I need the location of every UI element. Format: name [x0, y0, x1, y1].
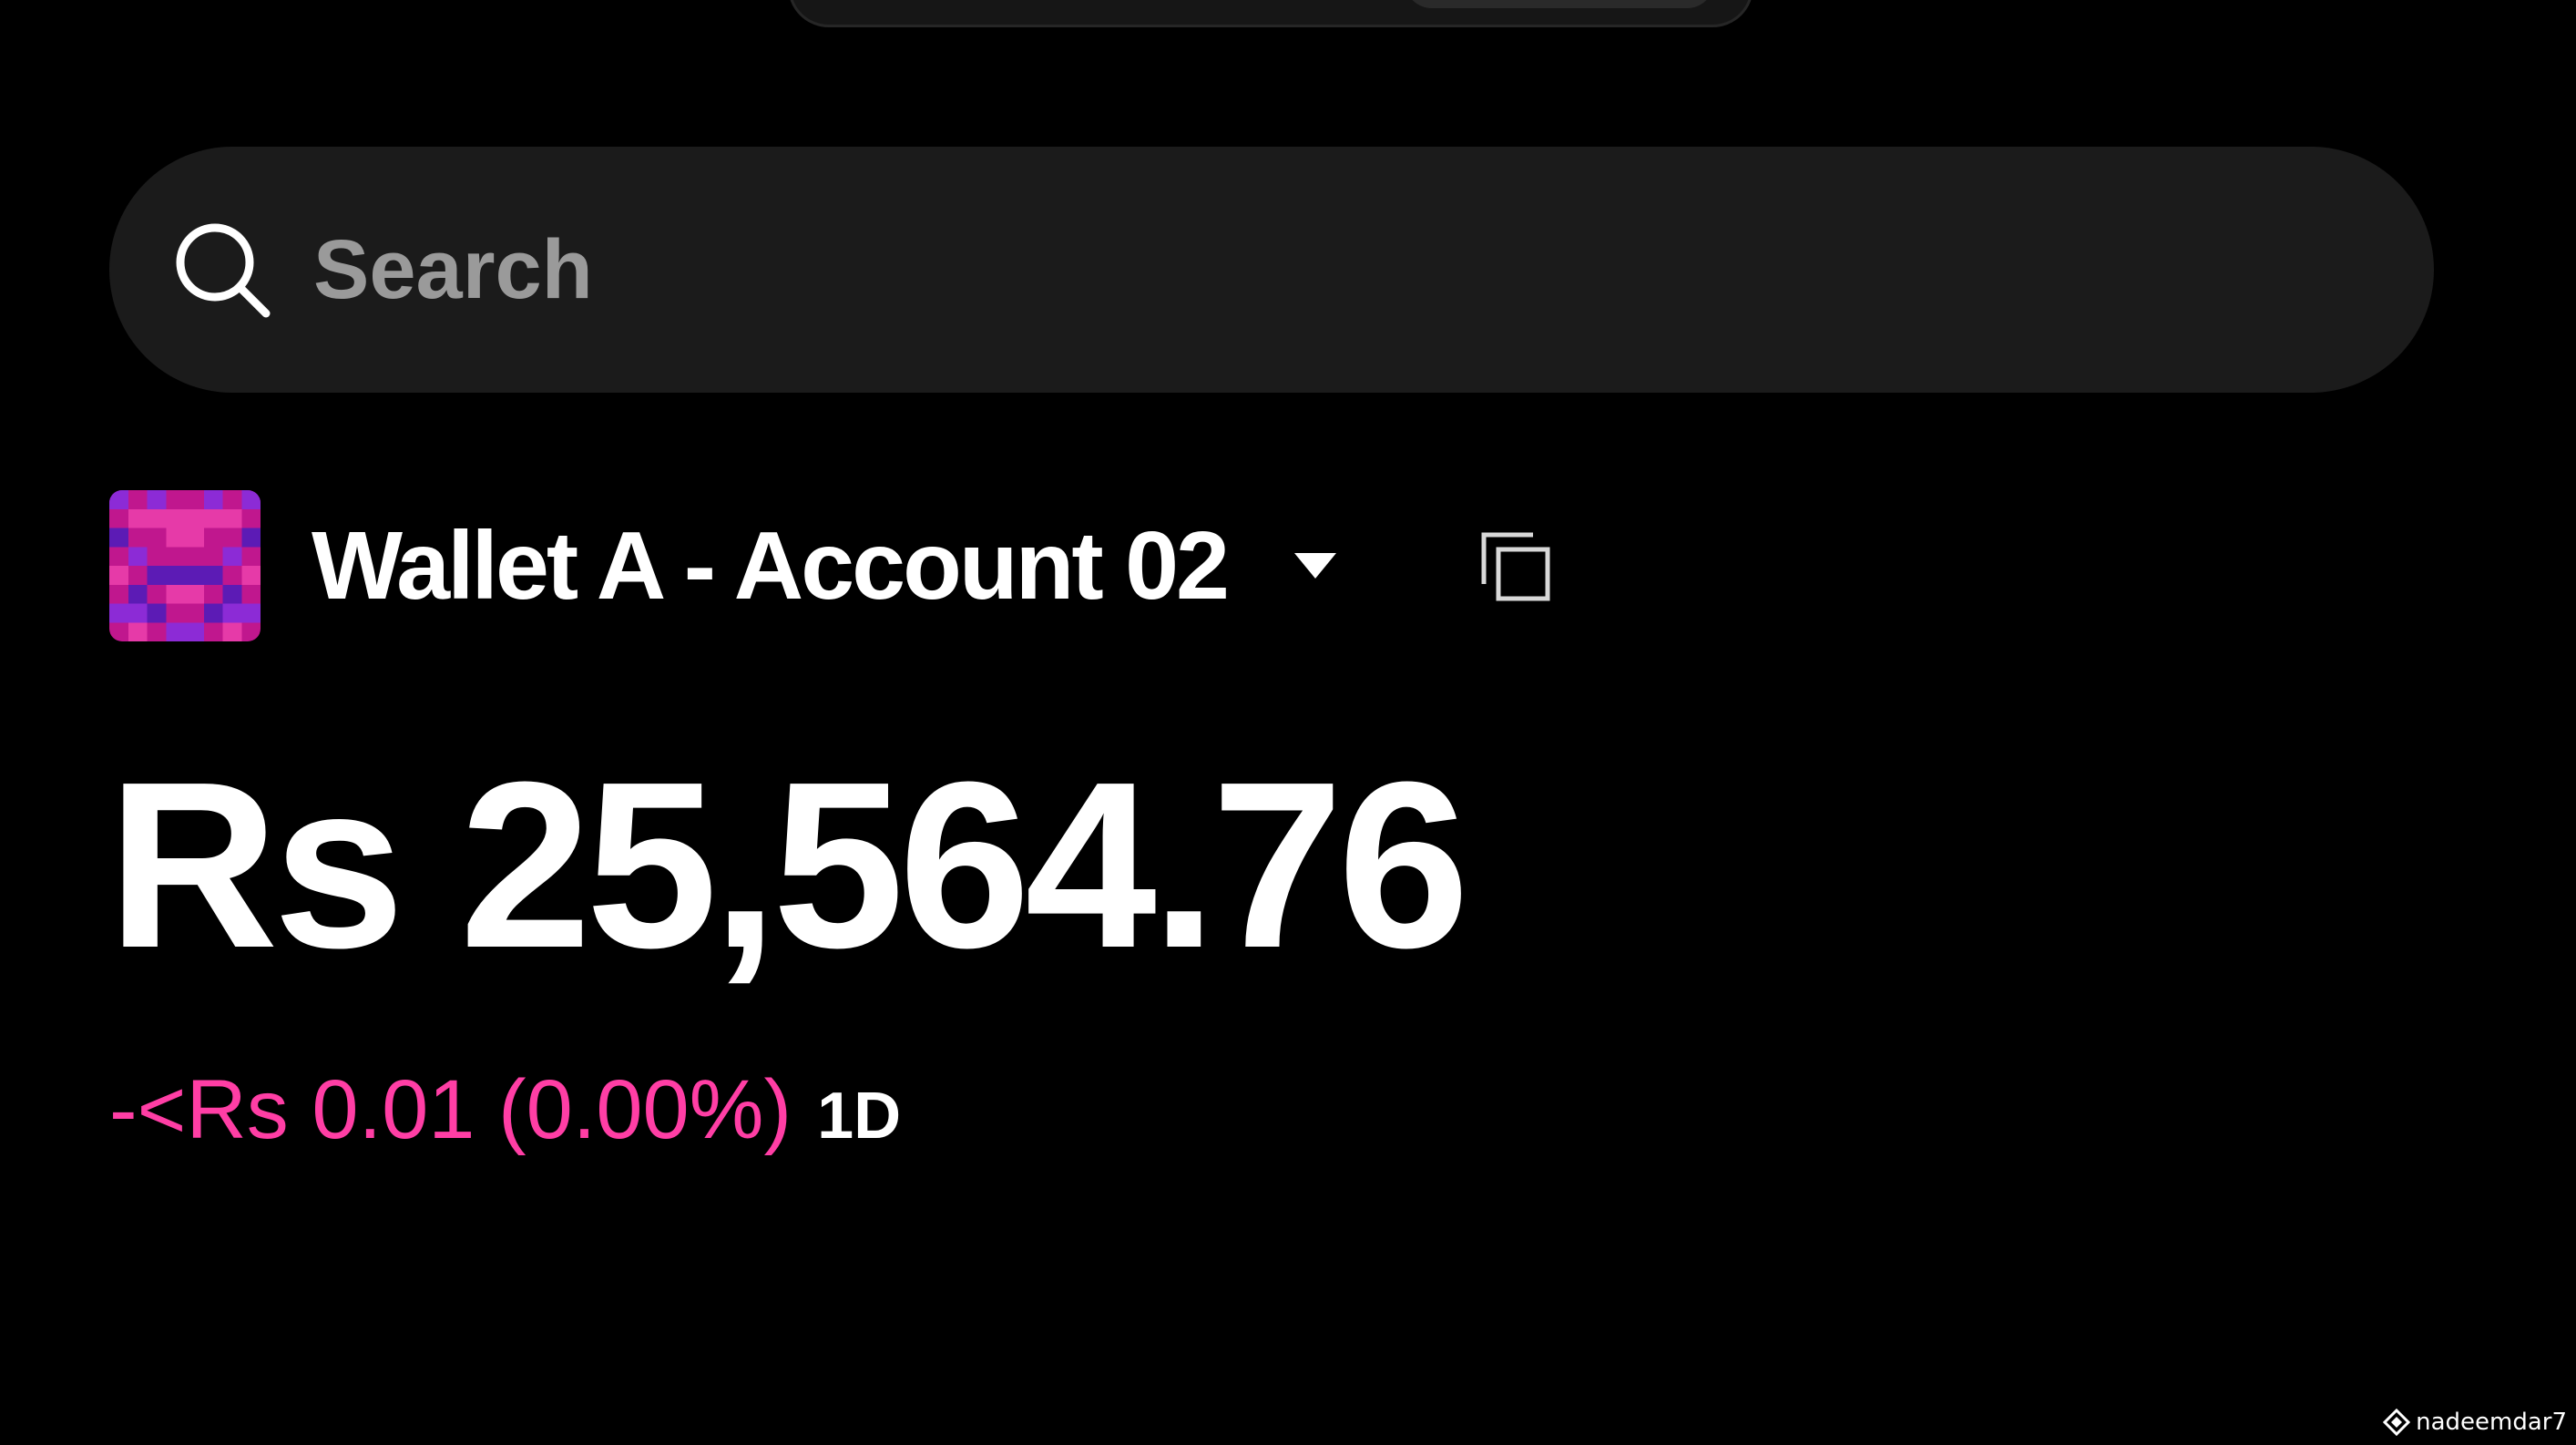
- watermark: nadeemdar7: [2383, 1409, 2567, 1436]
- account-avatar[interactable]: [109, 490, 261, 641]
- search-bar[interactable]: [109, 147, 2434, 393]
- segmented-control-selected[interactable]: [1405, 0, 1714, 8]
- balance-amount: Rs 25,564.76: [107, 733, 1469, 998]
- search-input[interactable]: [313, 206, 1953, 333]
- copy-icon[interactable]: [1477, 528, 1553, 604]
- watermark-text: nadeemdar7: [2416, 1409, 2567, 1436]
- top-segmented-control[interactable]: [788, 0, 1753, 27]
- change-period[interactable]: 1D: [817, 1079, 901, 1153]
- search-icon: [176, 223, 271, 318]
- account-name[interactable]: Wallet A - Account 02: [312, 511, 1230, 621]
- wallet-screen: Wallet A - Account 02 Rs 25,564.76 -<Rs …: [0, 0, 2576, 1445]
- change-value: -<Rs 0.01 (0.00%): [109, 1063, 792, 1156]
- balance-change: -<Rs 0.01 (0.00%) 1D: [109, 1062, 901, 1158]
- chevron-down-icon[interactable]: [1291, 548, 1340, 584]
- account-selector[interactable]: Wallet A - Account 02: [109, 490, 1553, 641]
- diamond-icon: [2383, 1409, 2411, 1436]
